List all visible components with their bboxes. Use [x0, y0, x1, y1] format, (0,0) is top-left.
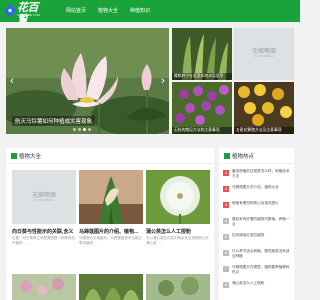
hot-list-header: 植物热点: [219, 148, 294, 164]
no-thumbnail-sub: NO THUMBNAIL: [254, 55, 274, 58]
top-header: 花百覧 HUABAIKE.COM 网站首页 植物大全 种植知识: [0, 0, 300, 26]
hot-item[interactable]: 8 蒲公英怎么人工授粉: [223, 281, 292, 293]
hot-item[interactable]: 1 番茄种植的过程是怎么样，种植技术方法: [223, 169, 292, 181]
hot-item[interactable]: 3 葡萄有哪些种类以及相关图片: [223, 201, 292, 213]
carousel-next-icon[interactable]: ›: [158, 74, 168, 88]
side-card-caption: 五星花繁殖方法及注意事项: [234, 127, 294, 134]
rank-badge: 7: [223, 266, 229, 272]
side-card-3[interactable]: 石桂的栽培方法和注意事项: [172, 82, 232, 134]
side-card-4[interactable]: 五星花繁殖方法及注意事项: [234, 82, 294, 134]
plants-panel: 植物大全 无缩略图 NO THUMBNAIL 向日葵与性能示的关联,含义 位置：…: [6, 148, 214, 300]
plant-card-4-thumbnail[interactable]: [12, 274, 76, 300]
hot-item-text[interactable]: 番茄种植的过程是怎么样，种植技术方法: [232, 169, 292, 179]
panel-header: 植物大全: [6, 148, 214, 164]
nav-home[interactable]: 网站首页: [60, 0, 92, 22]
hot-item-text[interactable]: 蒲公英怎么人工授粉: [232, 281, 292, 291]
carousel-dot-active[interactable]: [83, 128, 86, 131]
calla-lily-image: [79, 170, 143, 224]
carousel-prev-icon[interactable]: ‹: [7, 74, 17, 88]
hot-list-panel: 植物热点 1 番茄种植的过程是怎么样，种植技术方法 2 马蹄莲图片的介绍，植物大…: [219, 148, 294, 300]
card-description: 位置：向日葵原生地是美国是一种美观花卉植物……: [12, 236, 75, 245]
card-title[interactable]: 向日葵与性能示的关联,含义: [12, 228, 76, 235]
card-title[interactable]: 马蹄莲图片的介绍、植物...: [79, 228, 143, 235]
no-thumbnail-label: 无缩略图: [251, 49, 276, 55]
carousel-dot[interactable]: [78, 128, 81, 131]
card-description: 马蹄莲为天南星科、马蹄莲属多年生粗壮草本植物……: [79, 236, 142, 245]
flower-logo-icon: [4, 4, 16, 17]
side-card-caption: 石桂的栽培方法和注意事项: [172, 127, 232, 134]
hot-item-text[interactable]: 什么季节适合种植，哪些蔬菜没有适合种植: [232, 249, 292, 259]
nav-plants[interactable]: 植物大全: [92, 0, 124, 22]
hot-item[interactable]: 7 马蹄莲图片在哪里，植物要养殖哪种热点: [223, 265, 292, 277]
rank-badge: 3: [223, 202, 229, 208]
list-icon: [11, 153, 17, 159]
plant-thumbnail-image: [79, 274, 143, 300]
site-logo[interactable]: 花百覧 HUABAIKE.COM: [4, 2, 46, 26]
nav-knowledge[interactable]: 种植知识: [124, 0, 156, 22]
dandelion-image: [146, 170, 210, 224]
plant-thumbnail-image: [146, 274, 210, 300]
side-card-caption: 樱桃种子在家里如何水培发芽: [172, 73, 232, 80]
no-thumbnail-label: 无缩略图: [31, 193, 56, 199]
plant-thumbnail-image: [12, 274, 76, 300]
rank-badge: 1: [223, 170, 229, 176]
card-thumbnail[interactable]: [79, 170, 143, 224]
side-card-2[interactable]: 无缩略图 NO THUMBNAIL: [234, 28, 294, 80]
card-thumbnail[interactable]: [146, 170, 210, 224]
carousel-dots: [73, 128, 91, 131]
hot-item[interactable]: 5 如何嫁接红宝石植物: [223, 233, 292, 245]
panel-title: 植物大全: [19, 154, 42, 160]
plant-card-6-thumbnail[interactable]: [146, 274, 210, 300]
hot-item-text[interactable]: 葡萄有哪些种类以及相关图片: [232, 201, 292, 211]
rank-badge: 2: [223, 186, 229, 192]
rank-badge: 6: [223, 250, 229, 256]
banner-carousel[interactable]: ‹ › 航天马铃薯如何种植成灾害现象: [6, 28, 169, 134]
card-thumbnail[interactable]: 无缩略图 NO THUMBNAIL: [12, 170, 76, 224]
hot-item-text[interactable]: 如何嫁接红宝石植物: [232, 233, 292, 243]
hot-item-text[interactable]: 看起来有好看的植物可繁殖，养殖一点: [232, 217, 292, 227]
logo-domain: HUABAIKE.COM: [17, 13, 41, 17]
carousel-dot[interactable]: [73, 128, 76, 131]
side-card-1[interactable]: 樱桃种子在家里如何水培发芽: [172, 28, 232, 80]
hot-list-title: 植物热点: [232, 154, 255, 160]
card-title[interactable]: 蒲公英怎么人工授粉: [146, 228, 210, 235]
banner-caption[interactable]: 航天马铃薯如何种植成灾害现象: [12, 116, 96, 126]
rank-badge: 8: [223, 282, 229, 288]
no-thumbnail-sub: NO THUMBNAIL: [34, 199, 54, 202]
rank-badge: 4: [223, 218, 229, 224]
hot-item[interactable]: 4 看起来有好看的植物可繁殖，养殖一点: [223, 217, 292, 229]
hot-item[interactable]: 2 马蹄莲图片的介绍，植物大全: [223, 185, 292, 197]
card-description: 可以蒲公英在花蕊中两朵花互相授粉分开蒲公英……: [146, 236, 209, 245]
rank-badge: 5: [223, 234, 229, 240]
hot-item[interactable]: 6 什么季节适合种植，哪些蔬菜没有适合种植: [223, 249, 292, 261]
carousel-dot[interactable]: [88, 128, 91, 131]
plant-card-5-thumbnail[interactable]: [79, 274, 143, 300]
hot-item-text[interactable]: 马蹄莲图片的介绍，植物大全: [232, 185, 292, 195]
hot-item-text[interactable]: 马蹄莲图片在哪里，植物要养殖哪种热点: [232, 265, 292, 275]
main-nav: 网站首页 植物大全 种植知识: [60, 0, 156, 22]
list-icon: [224, 153, 230, 159]
